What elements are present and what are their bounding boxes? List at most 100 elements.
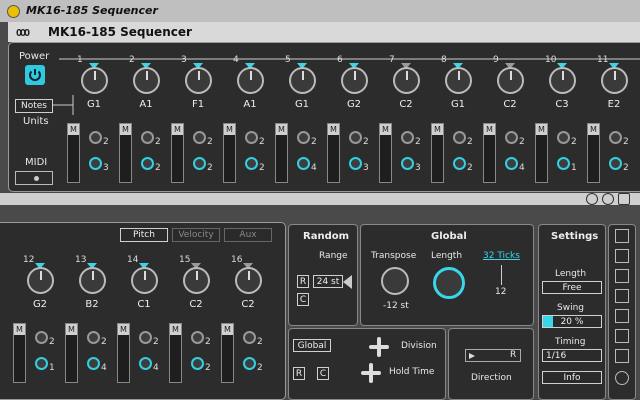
step-mute-column[interactable]: M: [171, 123, 184, 183]
mute-button[interactable]: M: [536, 124, 547, 135]
velocity-knob[interactable]: [401, 131, 414, 144]
mute-button[interactable]: M: [14, 324, 25, 335]
aux-knob[interactable]: [141, 157, 154, 170]
mute-button[interactable]: M: [328, 124, 339, 135]
velocity-knob[interactable]: [35, 331, 48, 344]
velocity-knob[interactable]: [243, 331, 256, 344]
velocity-knob[interactable]: [505, 131, 518, 144]
save-icon[interactable]: [618, 193, 630, 205]
info-button[interactable]: Info: [542, 371, 602, 384]
timing-select[interactable]: 1/16: [542, 349, 602, 362]
step-mute-column[interactable]: M: [13, 323, 26, 383]
mute-button[interactable]: M: [170, 324, 181, 335]
velocity-knob[interactable]: [139, 331, 152, 344]
pitch-knob[interactable]: [445, 67, 472, 94]
velocity-knob[interactable]: [557, 131, 570, 144]
pitch-knob[interactable]: [133, 67, 160, 94]
hotswap-icon[interactable]: [602, 193, 614, 205]
random-c-button[interactable]: C: [297, 293, 309, 306]
velocity-knob[interactable]: [191, 331, 204, 344]
mute-button[interactable]: M: [118, 324, 129, 335]
settings-length-select[interactable]: Free: [542, 281, 602, 294]
aux-knob[interactable]: [193, 157, 206, 170]
pitch-knob[interactable]: [81, 67, 108, 94]
aux-knob[interactable]: [87, 357, 100, 370]
velocity-knob[interactable]: [245, 131, 258, 144]
pitch-knob[interactable]: [183, 267, 210, 294]
step-mute-column[interactable]: M: [169, 323, 182, 383]
mute-button[interactable]: M: [120, 124, 131, 135]
step-mute-column[interactable]: M: [327, 123, 340, 183]
aux-knob[interactable]: [609, 157, 622, 170]
slot-button[interactable]: [615, 329, 629, 343]
slot-button[interactable]: [615, 229, 629, 243]
division-mode-button[interactable]: Global: [293, 339, 331, 352]
step-mute-column[interactable]: M: [67, 123, 80, 183]
aux-knob[interactable]: [139, 357, 152, 370]
slot-button[interactable]: [615, 289, 629, 303]
units-select[interactable]: Notes: [15, 99, 53, 113]
aux-knob[interactable]: [245, 157, 258, 170]
tab-pitch[interactable]: Pitch: [120, 228, 168, 242]
step-mute-column[interactable]: M: [119, 123, 132, 183]
aux-knob[interactable]: [35, 357, 48, 370]
pitch-knob[interactable]: [601, 67, 628, 94]
direction-buttons[interactable]: R: [465, 349, 521, 362]
ticks-label[interactable]: 32 Ticks: [483, 251, 520, 261]
mute-button[interactable]: M: [68, 124, 79, 135]
step-mute-column[interactable]: M: [223, 123, 236, 183]
step-mute-column[interactable]: M: [535, 123, 548, 183]
hold-plus-icon[interactable]: [361, 363, 381, 383]
pitch-knob[interactable]: [497, 67, 524, 94]
aux-knob[interactable]: [453, 157, 466, 170]
tab-velocity[interactable]: Velocity: [172, 228, 220, 242]
pitch-knob[interactable]: [393, 67, 420, 94]
velocity-knob[interactable]: [87, 331, 100, 344]
velocity-knob[interactable]: [453, 131, 466, 144]
aux-knob[interactable]: [349, 157, 362, 170]
fold-icon[interactable]: [586, 193, 598, 205]
aux-knob[interactable]: [89, 157, 102, 170]
aux-knob[interactable]: [191, 357, 204, 370]
length-knob[interactable]: [433, 267, 465, 299]
step-mute-column[interactable]: M: [483, 123, 496, 183]
aux-knob[interactable]: [243, 357, 256, 370]
mute-button[interactable]: M: [432, 124, 443, 135]
hold-r-button[interactable]: R: [293, 367, 305, 380]
mute-button[interactable]: M: [380, 124, 391, 135]
mute-button[interactable]: M: [588, 124, 599, 135]
aux-knob[interactable]: [297, 157, 310, 170]
slot-button[interactable]: [615, 309, 629, 323]
step-mute-column[interactable]: M: [431, 123, 444, 183]
pitch-knob[interactable]: [549, 67, 576, 94]
step-mute-column[interactable]: M: [379, 123, 392, 183]
pitch-knob[interactable]: [185, 67, 212, 94]
mute-button[interactable]: M: [276, 124, 287, 135]
slot-button[interactable]: [615, 349, 629, 363]
tab-aux[interactable]: Aux: [224, 228, 272, 242]
mute-button[interactable]: M: [484, 124, 495, 135]
aux-knob[interactable]: [505, 157, 518, 170]
pitch-knob[interactable]: [131, 267, 158, 294]
step-mute-column[interactable]: M: [221, 323, 234, 383]
hold-c-button[interactable]: C: [317, 367, 329, 380]
mute-button[interactable]: M: [66, 324, 77, 335]
step-mute-column[interactable]: M: [587, 123, 600, 183]
transpose-knob[interactable]: [381, 267, 409, 295]
power-icon[interactable]: [25, 65, 45, 85]
pitch-knob[interactable]: [341, 67, 368, 94]
pitch-knob[interactable]: [27, 267, 54, 294]
velocity-knob[interactable]: [349, 131, 362, 144]
division-plus-icon[interactable]: [369, 337, 389, 357]
mute-button[interactable]: M: [222, 324, 233, 335]
aux-knob[interactable]: [401, 157, 414, 170]
pitch-knob[interactable]: [289, 67, 316, 94]
play-forward-icon[interactable]: [469, 353, 475, 359]
slot-button[interactable]: [615, 269, 629, 283]
aux-knob[interactable]: [557, 157, 570, 170]
range-value[interactable]: 24 st: [313, 275, 343, 288]
step-mute-column[interactable]: M: [117, 323, 130, 383]
slot-button[interactable]: [615, 249, 629, 263]
midi-indicator[interactable]: [15, 171, 53, 185]
random-r-button[interactable]: R: [297, 275, 309, 288]
